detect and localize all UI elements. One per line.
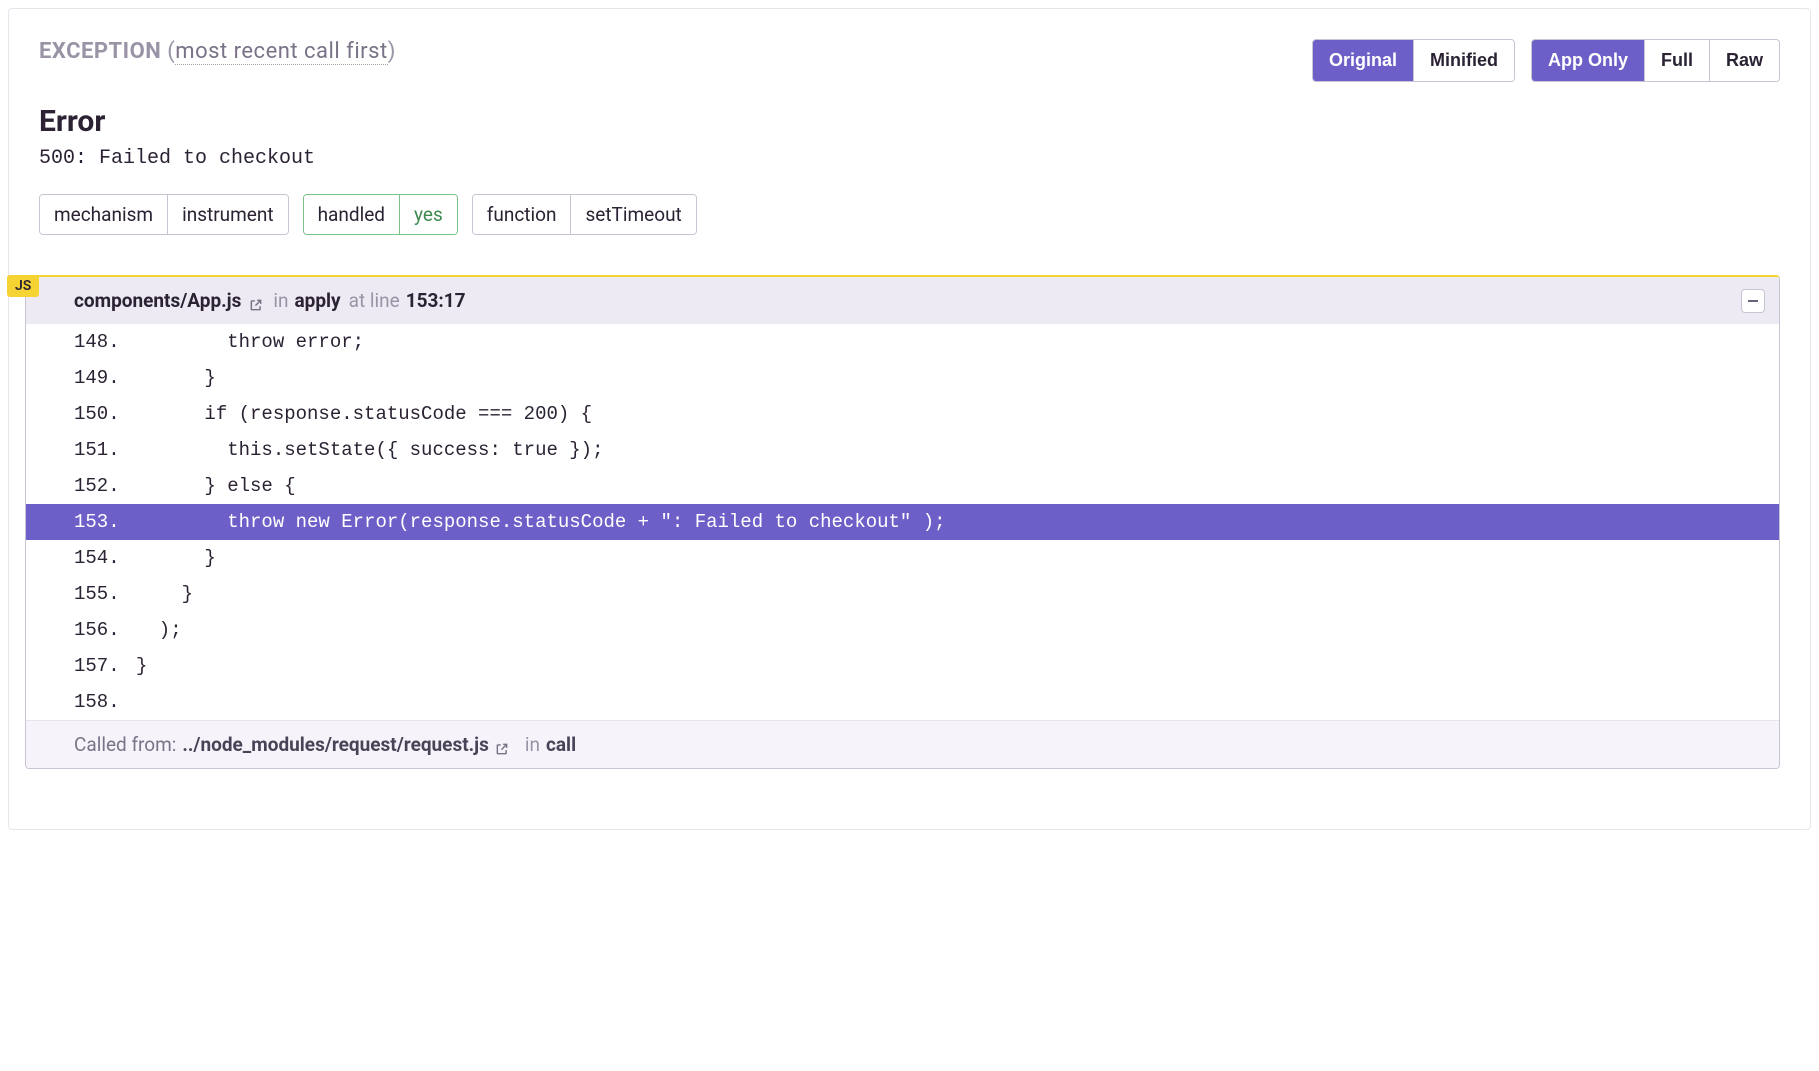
scope-toggle-group: App OnlyFullRaw bbox=[1531, 39, 1780, 82]
source-toggle-group: OriginalMinified bbox=[1312, 39, 1515, 82]
stack-frame-wrapper: JS components/App.js in apply at line 15… bbox=[25, 275, 1780, 769]
minus-icon bbox=[1748, 300, 1758, 302]
header-row: EXCEPTION (most recent call first) Origi… bbox=[39, 39, 1780, 82]
line-number: 149. bbox=[74, 367, 136, 389]
line-number: 151. bbox=[74, 439, 136, 461]
scope-toggle-app-only-button[interactable]: App Only bbox=[1532, 40, 1644, 81]
external-link-icon[interactable] bbox=[249, 294, 263, 308]
frame-in-label: in bbox=[273, 289, 288, 312]
exception-heading: EXCEPTION (most recent call first) bbox=[39, 39, 396, 64]
line-number: 158. bbox=[74, 691, 136, 713]
toggle-groups: OriginalMinified App OnlyFullRaw bbox=[1312, 39, 1780, 82]
code-text: ); bbox=[136, 619, 1779, 641]
line-number: 156. bbox=[74, 619, 136, 641]
line-number: 152. bbox=[74, 475, 136, 497]
code-text: throw new Error(response.statusCode + ":… bbox=[136, 511, 1779, 533]
code-line: 149. } bbox=[26, 360, 1779, 396]
line-number: 148. bbox=[74, 331, 136, 353]
error-message: 500: Failed to checkout bbox=[39, 147, 1780, 170]
code-line: 155. } bbox=[26, 576, 1779, 612]
line-number: 155. bbox=[74, 583, 136, 605]
line-number: 150. bbox=[74, 403, 136, 425]
code-text: } bbox=[136, 547, 1779, 569]
code-text bbox=[136, 691, 1779, 713]
called-from-label: Called from: bbox=[74, 733, 176, 756]
code-line: 154. } bbox=[26, 540, 1779, 576]
code-text: } bbox=[136, 367, 1779, 389]
collapse-button[interactable] bbox=[1741, 289, 1765, 313]
code-context: 148. throw error;149. }150. if (response… bbox=[26, 324, 1779, 720]
frame-at-label: at line bbox=[349, 289, 400, 312]
code-text: } bbox=[136, 655, 1779, 677]
called-from-in-label: in bbox=[525, 733, 540, 756]
exception-panel: EXCEPTION (most recent call first) Origi… bbox=[8, 8, 1811, 830]
frame-function: apply bbox=[294, 289, 340, 312]
language-badge: JS bbox=[7, 275, 39, 297]
code-text: if (response.statusCode === 200) { bbox=[136, 403, 1779, 425]
called-from-function: call bbox=[546, 733, 576, 756]
tag-key: function bbox=[473, 195, 571, 234]
tag-key: handled bbox=[304, 195, 399, 234]
frame-line-col: 153:17 bbox=[406, 289, 466, 312]
error-title: Error bbox=[39, 104, 1780, 139]
frame-file: components/App.js bbox=[74, 289, 241, 312]
code-line: 148. throw error; bbox=[26, 324, 1779, 360]
tag-function[interactable]: functionsetTimeout bbox=[472, 194, 697, 235]
stack-frame: components/App.js in apply at line 153:1… bbox=[25, 275, 1780, 769]
tag-value: instrument bbox=[167, 195, 288, 234]
source-toggle-original-button[interactable]: Original bbox=[1313, 40, 1413, 81]
exception-label-text: EXCEPTION bbox=[39, 39, 161, 64]
line-number: 153. bbox=[74, 511, 136, 533]
called-from-file: ../node_modules/request/request.js bbox=[182, 733, 488, 756]
code-line: 150. if (response.statusCode === 200) { bbox=[26, 396, 1779, 432]
code-line: 151. this.setState({ success: true }); bbox=[26, 432, 1779, 468]
code-line: 153. throw new Error(response.statusCode… bbox=[26, 504, 1779, 540]
external-link-icon[interactable] bbox=[495, 738, 509, 752]
scope-toggle-raw-button[interactable]: Raw bbox=[1709, 40, 1779, 81]
code-text: this.setState({ success: true }); bbox=[136, 439, 1779, 461]
line-number: 157. bbox=[74, 655, 136, 677]
code-line: 157.} bbox=[26, 648, 1779, 684]
code-text: } bbox=[136, 583, 1779, 605]
source-toggle-minified-button[interactable]: Minified bbox=[1413, 40, 1514, 81]
tags-row: mechanisminstrument handledyes functionset… bbox=[39, 194, 1780, 235]
code-line: 156. ); bbox=[26, 612, 1779, 648]
tag-value: yes bbox=[399, 195, 457, 234]
frame-header[interactable]: components/App.js in apply at line 153:1… bbox=[26, 277, 1779, 324]
tag-value: setTimeout bbox=[570, 195, 695, 234]
code-text: } else { bbox=[136, 475, 1779, 497]
tag-mechanism[interactable]: mechanisminstrument bbox=[39, 194, 289, 235]
tag-key: mechanism bbox=[40, 195, 167, 234]
frame-footer: Called from: ../node_modules/request/req… bbox=[26, 720, 1779, 768]
code-text: throw error; bbox=[136, 331, 1779, 353]
sort-order-toggle[interactable]: most recent call first bbox=[175, 39, 387, 65]
line-number: 154. bbox=[74, 547, 136, 569]
code-line: 152. } else { bbox=[26, 468, 1779, 504]
tag-handled[interactable]: handledyes bbox=[303, 194, 458, 235]
code-line: 158. bbox=[26, 684, 1779, 720]
scope-toggle-full-button[interactable]: Full bbox=[1644, 40, 1709, 81]
